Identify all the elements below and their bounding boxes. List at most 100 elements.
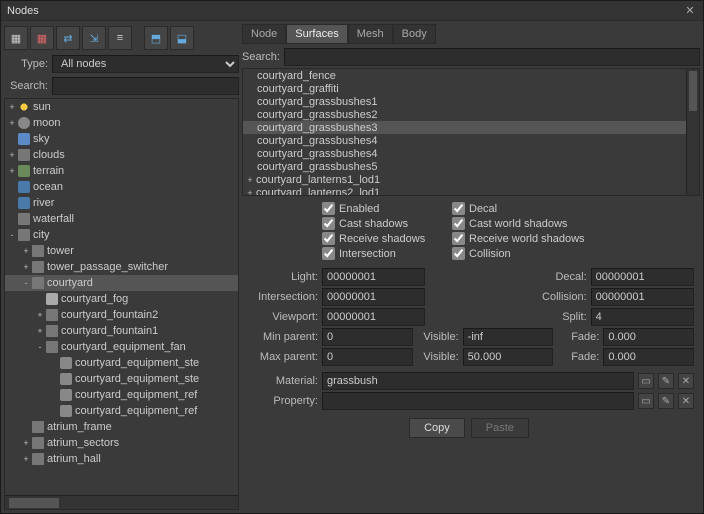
tree-node[interactable]: courtyard_equipment_ref <box>5 403 238 419</box>
tab-node[interactable]: Node <box>242 24 286 44</box>
toolbar-btn-3[interactable]: ⇄ <box>56 26 80 50</box>
tree-expand-icon[interactable]: + <box>21 454 31 464</box>
tree-node[interactable]: courtyard_equipment_ste <box>5 355 238 371</box>
tree-expand-icon[interactable]: + <box>7 166 17 176</box>
tree-node[interactable]: river <box>5 195 238 211</box>
tree-expand-icon[interactable] <box>35 294 45 304</box>
toolbar-btn-4[interactable]: ⇲ <box>82 26 106 50</box>
tree-node[interactable]: waterfall <box>5 211 238 227</box>
tree-node[interactable]: +atrium_sectors <box>5 435 238 451</box>
tree-node[interactable]: courtyard_equipment_ste <box>5 371 238 387</box>
list-item[interactable]: courtyard_grassbushes4 <box>243 147 699 160</box>
material-edit-icon[interactable]: ✎ <box>658 373 674 389</box>
tree-node[interactable]: +courtyard_fountain1 <box>5 323 238 339</box>
tab-mesh[interactable]: Mesh <box>348 24 393 44</box>
tree-expand-icon[interactable]: - <box>7 230 17 240</box>
material-input[interactable] <box>322 372 634 390</box>
list-item[interactable]: +courtyard_lanterns1_lod1 <box>243 173 699 186</box>
toolbar-btn-5[interactable]: ≡ <box>108 26 132 50</box>
tree-expand-icon[interactable] <box>7 214 17 224</box>
tree-node[interactable]: +courtyard_fountain2 <box>5 307 238 323</box>
tree-expand-icon[interactable]: - <box>35 342 45 352</box>
viewport-input[interactable] <box>322 308 425 326</box>
property-browse-icon[interactable]: ▭ <box>638 393 654 409</box>
tree-node[interactable]: -courtyard_equipment_fan <box>5 339 238 355</box>
list-item[interactable]: courtyard_fence <box>243 69 699 82</box>
tree-expand-icon[interactable] <box>21 422 31 432</box>
tree-node[interactable]: ocean <box>5 179 238 195</box>
tree-expand-icon[interactable]: - <box>21 278 31 288</box>
cast-shadows-checkbox[interactable]: Cast shadows <box>322 217 442 230</box>
v-scrollbar[interactable] <box>686 69 699 195</box>
toolbar-btn-6[interactable]: ⬒ <box>144 26 168 50</box>
split-input[interactable] <box>591 308 694 326</box>
min-parent-input[interactable] <box>322 328 413 346</box>
list-item[interactable]: courtyard_grassbushes1 <box>243 95 699 108</box>
max-parent-input[interactable] <box>322 348 413 366</box>
collision-checkbox[interactable]: Collision <box>452 247 632 260</box>
tree-expand-icon[interactable]: + <box>35 326 45 336</box>
tree-expand-icon[interactable] <box>49 358 59 368</box>
node-tree[interactable]: +sun+moonsky+clouds+terrainoceanriverwat… <box>4 98 239 510</box>
material-clear-icon[interactable]: ✕ <box>678 373 694 389</box>
tab-body[interactable]: Body <box>393 24 436 44</box>
light-input[interactable] <box>322 268 425 286</box>
tree-node[interactable]: courtyard_fog <box>5 291 238 307</box>
close-icon[interactable]: ✕ <box>683 4 697 18</box>
collision-input[interactable] <box>591 288 694 306</box>
tree-expand-icon[interactable]: + <box>7 102 17 112</box>
decal-checkbox[interactable]: Decal <box>452 202 632 215</box>
visible-max-input[interactable] <box>463 348 554 366</box>
tree-node[interactable]: +terrain <box>5 163 238 179</box>
tree-expand-icon[interactable]: + <box>7 150 17 160</box>
tree-expand-icon[interactable] <box>7 182 17 192</box>
property-edit-icon[interactable]: ✎ <box>658 393 674 409</box>
material-browse-icon[interactable]: ▭ <box>638 373 654 389</box>
tree-expand-icon[interactable]: + <box>21 262 31 272</box>
tree-node[interactable]: +clouds <box>5 147 238 163</box>
receive-shadows-checkbox[interactable]: Receive shadows <box>322 232 442 245</box>
tree-node[interactable]: courtyard_equipment_ref <box>5 387 238 403</box>
enabled-checkbox[interactable]: Enabled <box>322 202 442 215</box>
cast-world-shadows-checkbox[interactable]: Cast world shadows <box>452 217 632 230</box>
type-select[interactable]: All nodes <box>52 55 239 73</box>
right-search-input[interactable] <box>284 48 700 66</box>
tree-node[interactable]: +moon <box>5 115 238 131</box>
list-item[interactable]: courtyard_grassbushes5 <box>243 160 699 173</box>
tree-node[interactable]: atrium_frame <box>5 419 238 435</box>
decal-input[interactable] <box>591 268 694 286</box>
list-item[interactable]: courtyard_grassbushes3 <box>243 121 699 134</box>
toolbar-btn-7[interactable]: ⬓ <box>170 26 194 50</box>
tree-node[interactable]: +sun <box>5 99 238 115</box>
tree-expand-icon[interactable]: + <box>21 246 31 256</box>
list-expand-icon[interactable]: + <box>245 175 255 185</box>
tree-expand-icon[interactable] <box>7 198 17 208</box>
intersection-checkbox[interactable]: Intersection <box>322 247 442 260</box>
property-input[interactable] <box>322 392 634 410</box>
list-expand-icon[interactable]: + <box>245 188 255 197</box>
tree-expand-icon[interactable] <box>49 374 59 384</box>
tree-expand-icon[interactable] <box>49 406 59 416</box>
tree-expand-icon[interactable]: + <box>35 310 45 320</box>
property-clear-icon[interactable]: ✕ <box>678 393 694 409</box>
paste-button[interactable]: Paste <box>471 418 529 438</box>
tab-surfaces[interactable]: Surfaces <box>286 24 347 44</box>
list-item[interactable]: +courtyard_lanterns2_lod1 <box>243 186 699 196</box>
list-item[interactable]: courtyard_grassbushes2 <box>243 108 699 121</box>
copy-button[interactable]: Copy <box>409 418 465 438</box>
tree-node[interactable]: -city <box>5 227 238 243</box>
tree-expand-icon[interactable] <box>7 134 17 144</box>
tree-expand-icon[interactable]: + <box>7 118 17 128</box>
surface-list[interactable]: courtyard_fencecourtyard_graffiticourtya… <box>242 68 700 196</box>
h-scrollbar[interactable] <box>5 495 238 509</box>
tree-node[interactable]: +atrium_hall <box>5 451 238 467</box>
fade-min-input[interactable] <box>603 328 694 346</box>
toolbar-btn-2[interactable]: ▦ <box>30 26 54 50</box>
fade-max-input[interactable] <box>603 348 694 366</box>
tree-node[interactable]: sky <box>5 131 238 147</box>
intersection-input[interactable] <box>322 288 425 306</box>
list-item[interactable]: courtyard_graffiti <box>243 82 699 95</box>
tree-node[interactable]: +tower <box>5 243 238 259</box>
toolbar-btn-1[interactable]: ▦ <box>4 26 28 50</box>
tree-node[interactable]: +tower_passage_switcher <box>5 259 238 275</box>
